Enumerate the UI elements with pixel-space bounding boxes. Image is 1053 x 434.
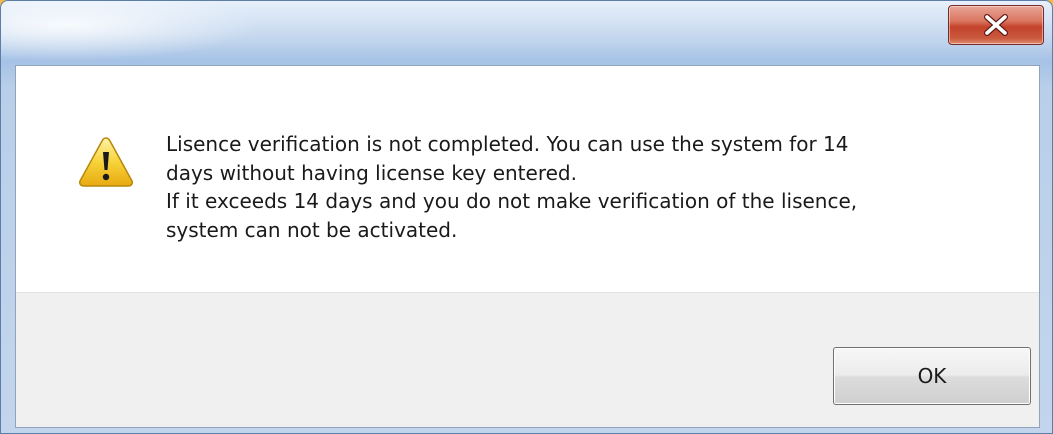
ok-button[interactable]: OK	[833, 347, 1031, 405]
message-line: days without having license key entered.	[166, 160, 577, 185]
close-button[interactable]	[948, 5, 1044, 45]
close-icon	[984, 14, 1008, 36]
dialog-content: Lisence verification is not completed. Y…	[16, 66, 1039, 292]
warning-icon	[79, 137, 133, 187]
message-line: Lisence verification is not completed. Y…	[166, 132, 849, 156]
dialog-titlebar[interactable]	[1, 1, 1052, 65]
message-dialog-window: Lisence verification is not completed. Y…	[0, 0, 1053, 434]
dialog-client-area: Lisence verification is not completed. Y…	[15, 65, 1040, 428]
message-line: If it exceeds 14 days and you do not mak…	[166, 189, 858, 213]
message-line: system can not be activated.	[166, 217, 458, 242]
dialog-message: Lisence verification is not completed. Y…	[166, 130, 986, 244]
dialog-button-bar: OK	[16, 292, 1039, 427]
